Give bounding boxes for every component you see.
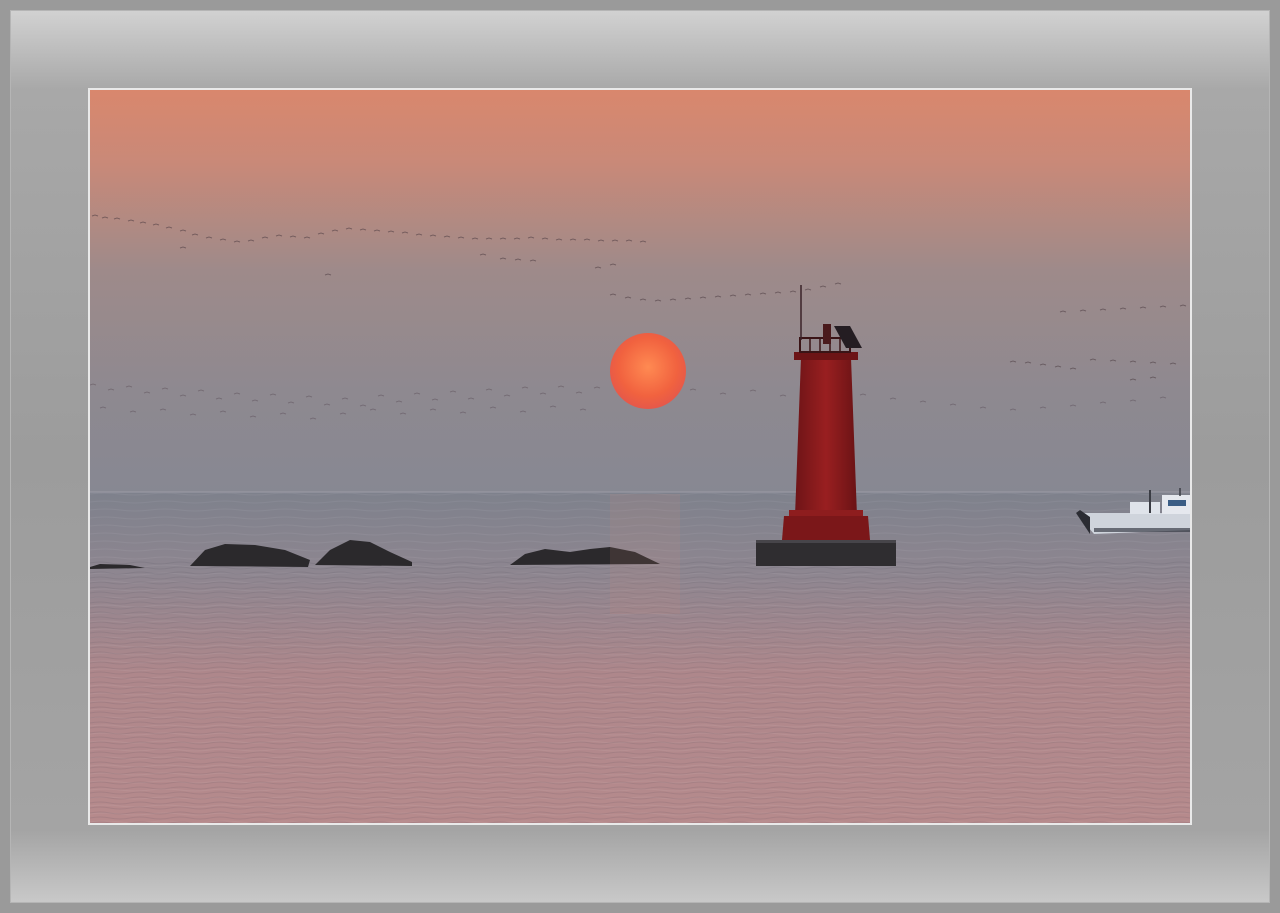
sunset-scene — [90, 90, 1190, 823]
sky — [90, 90, 1190, 492]
sun-reflection — [610, 494, 680, 614]
horizon-line — [90, 491, 1190, 493]
sun — [610, 333, 686, 409]
sunset-photo — [90, 90, 1190, 823]
